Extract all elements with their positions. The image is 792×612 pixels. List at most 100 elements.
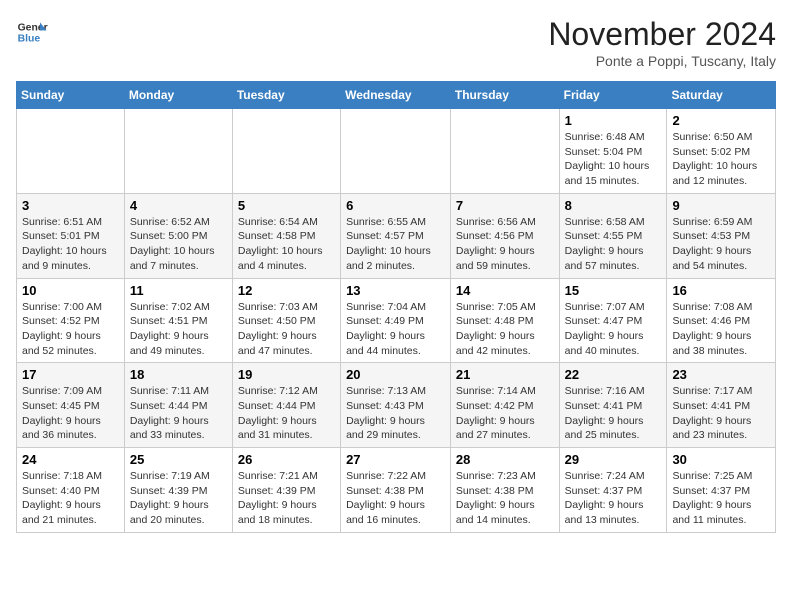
day-info: Sunrise: 7:13 AM Sunset: 4:43 PM Dayligh…: [346, 384, 445, 443]
day-number: 9: [672, 198, 770, 213]
week-row-1: 1 Sunrise: 6:48 AM Sunset: 5:04 PM Daylig…: [17, 109, 776, 194]
day-header-sunday: Sunday: [17, 82, 125, 109]
calendar-cell: 11 Sunrise: 7:02 AM Sunset: 4:51 PM Dayli…: [124, 278, 232, 363]
week-row-2: 3 Sunrise: 6:51 AM Sunset: 5:01 PM Daylig…: [17, 193, 776, 278]
calendar-cell: [450, 109, 559, 194]
day-header-tuesday: Tuesday: [232, 82, 340, 109]
calendar-cell: 19Sunrise: 7:12 AM Sunset: 4:44 PM Dayli…: [232, 363, 340, 448]
day-info: Sunrise: 6:48 AM Sunset: 5:04 PM Dayligh…: [565, 130, 662, 189]
day-number: 12: [238, 283, 335, 298]
calendar-cell: 25 Sunrise: 7:19 AM Sunset: 4:39 PM Dayli…: [124, 448, 232, 533]
calendar-cell: 1 Sunrise: 6:48 AM Sunset: 5:04 PM Daylig…: [559, 109, 667, 194]
calendar-cell: 8 Sunrise: 6:58 AM Sunset: 4:55 PM Daylig…: [559, 193, 667, 278]
calendar-body: 1 Sunrise: 6:48 AM Sunset: 5:04 PM Daylig…: [17, 109, 776, 533]
day-info: Sunrise: 6:54 AM Sunset: 4:58 PM Dayligh…: [238, 215, 335, 274]
day-info: Sunrise: 7:23 AM Sunset: 4:38 PM Dayligh…: [456, 469, 554, 528]
calendar-cell: 15Sunrise: 7:07 AM Sunset: 4:47 PM Dayli…: [559, 278, 667, 363]
calendar-cell: 21 Sunrise: 7:14 AM Sunset: 4:42 PM Dayli…: [450, 363, 559, 448]
day-number: 6: [346, 198, 445, 213]
day-info: Sunrise: 7:08 AM Sunset: 4:46 PM Dayligh…: [672, 300, 770, 359]
calendar-cell: 29 Sunrise: 7:24 AM Sunset: 4:37 PM Dayli…: [559, 448, 667, 533]
day-number: 20: [346, 367, 445, 382]
day-number: 8: [565, 198, 662, 213]
calendar-cell: 7Sunrise: 6:56 AM Sunset: 4:56 PM Daylig…: [450, 193, 559, 278]
day-info: Sunrise: 7:24 AM Sunset: 4:37 PM Dayligh…: [565, 469, 662, 528]
calendar-cell: 13Sunrise: 7:04 AM Sunset: 4:49 PM Dayli…: [341, 278, 451, 363]
day-info: Sunrise: 7:22 AM Sunset: 4:38 PM Dayligh…: [346, 469, 445, 528]
calendar-cell: 6 Sunrise: 6:55 AM Sunset: 4:57 PM Daylig…: [341, 193, 451, 278]
day-info: Sunrise: 7:09 AM Sunset: 4:45 PM Dayligh…: [22, 384, 119, 443]
calendar-cell: 9 Sunrise: 6:59 AM Sunset: 4:53 PM Daylig…: [667, 193, 776, 278]
day-number: 30: [672, 452, 770, 467]
day-info: Sunrise: 6:52 AM Sunset: 5:00 PM Dayligh…: [130, 215, 227, 274]
day-info: Sunrise: 6:51 AM Sunset: 5:01 PM Dayligh…: [22, 215, 119, 274]
calendar-cell: 10Sunrise: 7:00 AM Sunset: 4:52 PM Dayli…: [17, 278, 125, 363]
day-info: Sunrise: 7:19 AM Sunset: 4:39 PM Dayligh…: [130, 469, 227, 528]
day-info: Sunrise: 7:04 AM Sunset: 4:49 PM Dayligh…: [346, 300, 445, 359]
day-info: Sunrise: 7:07 AM Sunset: 4:47 PM Dayligh…: [565, 300, 662, 359]
day-info: Sunrise: 7:18 AM Sunset: 4:40 PM Dayligh…: [22, 469, 119, 528]
calendar-cell: 24 Sunrise: 7:18 AM Sunset: 4:40 PM Dayli…: [17, 448, 125, 533]
week-row-5: 24 Sunrise: 7:18 AM Sunset: 4:40 PM Dayli…: [17, 448, 776, 533]
calendar-cell: 22 Sunrise: 7:16 AM Sunset: 4:41 PM Dayli…: [559, 363, 667, 448]
day-number: 19: [238, 367, 335, 382]
day-header-thursday: Thursday: [450, 82, 559, 109]
day-number: 23: [672, 367, 770, 382]
calendar-cell: 20 Sunrise: 7:13 AM Sunset: 4:43 PM Dayli…: [341, 363, 451, 448]
day-header-saturday: Saturday: [667, 82, 776, 109]
calendar-cell: 30 Sunrise: 7:25 AM Sunset: 4:37 PM Dayli…: [667, 448, 776, 533]
day-info: Sunrise: 7:16 AM Sunset: 4:41 PM Dayligh…: [565, 384, 662, 443]
day-info: Sunrise: 6:58 AM Sunset: 4:55 PM Dayligh…: [565, 215, 662, 274]
day-number: 7: [456, 198, 554, 213]
day-info: Sunrise: 7:02 AM Sunset: 4:51 PM Dayligh…: [130, 300, 227, 359]
day-number: 22: [565, 367, 662, 382]
day-number: 16: [672, 283, 770, 298]
day-number: 29: [565, 452, 662, 467]
day-header-monday: Monday: [124, 82, 232, 109]
day-number: 28: [456, 452, 554, 467]
day-number: 1: [565, 113, 662, 128]
day-info: Sunrise: 7:25 AM Sunset: 4:37 PM Dayligh…: [672, 469, 770, 528]
calendar-cell: 5 Sunrise: 6:54 AM Sunset: 4:58 PM Daylig…: [232, 193, 340, 278]
day-info: Sunrise: 7:14 AM Sunset: 4:42 PM Dayligh…: [456, 384, 554, 443]
day-number: 14: [456, 283, 554, 298]
day-number: 21: [456, 367, 554, 382]
week-row-4: 17Sunrise: 7:09 AM Sunset: 4:45 PM Dayli…: [17, 363, 776, 448]
header: General Blue November 2024 Ponte a Poppi…: [16, 16, 776, 69]
day-number: 2: [672, 113, 770, 128]
day-info: Sunrise: 7:11 AM Sunset: 4:44 PM Dayligh…: [130, 384, 227, 443]
day-number: 27: [346, 452, 445, 467]
day-number: 4: [130, 198, 227, 213]
day-info: Sunrise: 7:17 AM Sunset: 4:41 PM Dayligh…: [672, 384, 770, 443]
calendar-header-row: SundayMondayTuesdayWednesdayThursdayFrid…: [17, 82, 776, 109]
day-info: Sunrise: 6:59 AM Sunset: 4:53 PM Dayligh…: [672, 215, 770, 274]
week-row-3: 10Sunrise: 7:00 AM Sunset: 4:52 PM Dayli…: [17, 278, 776, 363]
calendar-cell: 4 Sunrise: 6:52 AM Sunset: 5:00 PM Daylig…: [124, 193, 232, 278]
calendar-cell: 26Sunrise: 7:21 AM Sunset: 4:39 PM Dayli…: [232, 448, 340, 533]
calendar-cell: 27 Sunrise: 7:22 AM Sunset: 4:38 PM Dayli…: [341, 448, 451, 533]
day-number: 25: [130, 452, 227, 467]
title-area: November 2024 Ponte a Poppi, Tuscany, It…: [548, 16, 776, 69]
location-subtitle: Ponte a Poppi, Tuscany, Italy: [548, 53, 776, 69]
day-number: 24: [22, 452, 119, 467]
day-info: Sunrise: 6:50 AM Sunset: 5:02 PM Dayligh…: [672, 130, 770, 189]
calendar-cell: 12 Sunrise: 7:03 AM Sunset: 4:50 PM Dayli…: [232, 278, 340, 363]
day-header-friday: Friday: [559, 82, 667, 109]
svg-text:Blue: Blue: [18, 34, 41, 45]
calendar-cell: 3 Sunrise: 6:51 AM Sunset: 5:01 PM Daylig…: [17, 193, 125, 278]
month-title: November 2024: [548, 16, 776, 53]
day-number: 3: [22, 198, 119, 213]
day-info: Sunrise: 7:03 AM Sunset: 4:50 PM Dayligh…: [238, 300, 335, 359]
day-info: Sunrise: 6:55 AM Sunset: 4:57 PM Dayligh…: [346, 215, 445, 274]
calendar-cell: [124, 109, 232, 194]
day-number: 11: [130, 283, 227, 298]
calendar-cell: [17, 109, 125, 194]
day-info: Sunrise: 7:05 AM Sunset: 4:48 PM Dayligh…: [456, 300, 554, 359]
day-info: Sunrise: 7:21 AM Sunset: 4:39 PM Dayligh…: [238, 469, 335, 528]
day-number: 5: [238, 198, 335, 213]
calendar-cell: [232, 109, 340, 194]
calendar-cell: 28 Sunrise: 7:23 AM Sunset: 4:38 PM Dayli…: [450, 448, 559, 533]
calendar-cell: [341, 109, 451, 194]
calendar-cell: 16 Sunrise: 7:08 AM Sunset: 4:46 PM Dayli…: [667, 278, 776, 363]
logo-icon: General Blue: [16, 16, 48, 48]
